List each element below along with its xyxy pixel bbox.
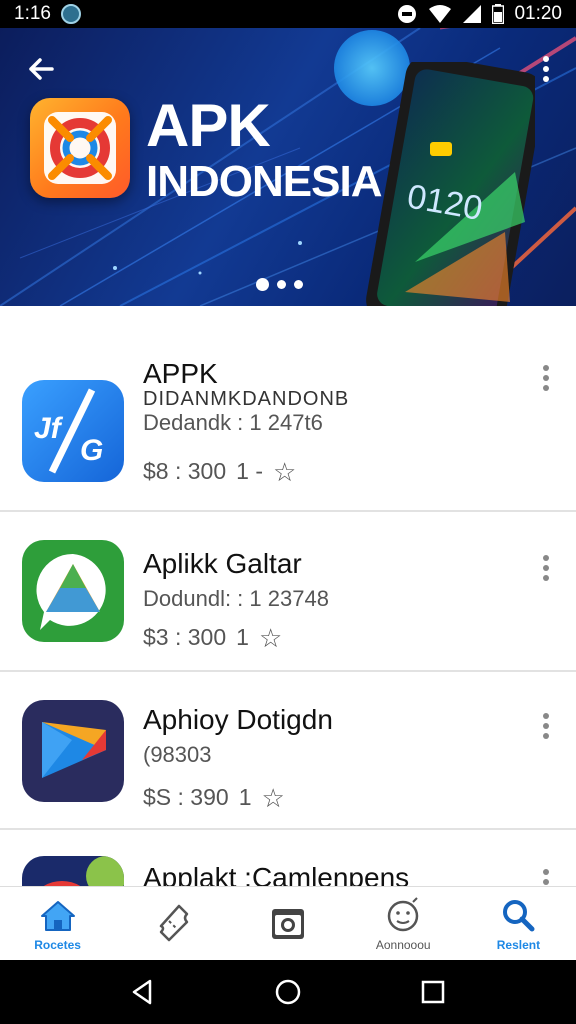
more-vert-icon[interactable]: [540, 712, 552, 740]
status-time-right: 01:20: [514, 3, 562, 24]
nav-label-search: Reslent: [496, 937, 541, 952]
bottom-navigation: Rocetes Aonnooou Reslent: [0, 886, 576, 960]
app-price-row: $S : 390 1 ☆: [143, 784, 285, 811]
app-downloads: (98303: [143, 742, 212, 767]
carousel-pager[interactable]: [256, 278, 303, 291]
pager-dot-1[interactable]: [256, 278, 269, 291]
svg-text:Jf: Jf: [34, 412, 64, 445]
star-icon[interactable]: ☆: [261, 785, 284, 811]
app-name: Applakt :Camlenpens: [143, 862, 410, 886]
list-item[interactable]: Aplikk Galtar Dodundl: : 1 23748 $3 : 30…: [0, 512, 576, 672]
more-vert-icon[interactable]: [540, 868, 552, 886]
do-not-disturb-icon: [398, 5, 417, 23]
app-downloads: Dodundl: : 1 23748: [143, 586, 329, 611]
app-rating: 1: [238, 784, 252, 810]
app-price-row: $8 : 300 1 - ☆: [143, 458, 296, 485]
system-nav-bar: [0, 960, 576, 1024]
hero-banner[interactable]: APK INDONESIA 0120: [0, 28, 576, 306]
notification-icon: [60, 4, 81, 24]
more-vert-icon[interactable]: [540, 364, 552, 392]
app-list: Jf G APPK DIDANMKDANDONB Dedandk : 1 247…: [0, 306, 576, 886]
app-price: $S : 390: [143, 784, 229, 810]
back-arrow-icon[interactable]: [24, 52, 58, 86]
list-item[interactable]: Aphioy Dotigdn (98303 $S : 390 1 ☆: [0, 672, 576, 830]
list-item[interactable]: Jf G APPK DIDANMKDANDONB Dedandk : 1 247…: [0, 306, 576, 512]
camera-icon: [272, 908, 304, 939]
app-price: $3 : 300: [143, 624, 227, 650]
app-name: Aplikk Galtar: [143, 548, 302, 579]
app-name: APPK: [143, 358, 218, 389]
nav-label-account: Aonnooou: [375, 937, 431, 952]
app-name: Aphioy Dotigdn: [143, 704, 333, 735]
wifi-icon: [429, 5, 452, 23]
screen: 1:16 01:20 APK INDONESIA 0120 Jf G APPK …: [0, 0, 576, 1024]
app-price: $8 : 300: [143, 458, 227, 484]
nav-item-camera[interactable]: [230, 887, 345, 960]
app-price-row: $3 : 300 1 ☆: [143, 624, 282, 651]
app-downloads: Dedandk : 1 247t6: [143, 410, 323, 435]
recents-square-icon[interactable]: [418, 977, 448, 1007]
nav-item-tickets[interactable]: [115, 887, 230, 960]
app-rating: 1 -: [236, 458, 263, 484]
app-subtitle: DIDANMKDANDONB: [143, 388, 350, 410]
smiley-icon: [387, 896, 419, 931]
star-icon[interactable]: ☆: [273, 459, 296, 485]
search-icon: [503, 899, 535, 931]
apk-indonesia-logo: [30, 98, 130, 198]
back-triangle-icon[interactable]: [128, 977, 158, 1007]
pager-dot-3[interactable]: [294, 280, 303, 289]
svg-text:G: G: [80, 434, 103, 467]
blue-app-icon: Jf G: [22, 380, 124, 482]
purple-app-icon: [22, 700, 124, 802]
battery-icon: [492, 4, 505, 24]
green-app-icon: [22, 540, 124, 642]
phone-illustration: 0120: [366, 62, 535, 306]
nav-item-search[interactable]: Reslent: [461, 887, 576, 960]
status-bar: 1:16 01:20: [0, 0, 576, 28]
app-rating: 1: [236, 624, 249, 650]
nav-item-account[interactable]: Aonnooou: [346, 887, 461, 960]
more-vert-icon[interactable]: [540, 554, 552, 582]
nav-item-home[interactable]: Rocetes: [0, 887, 115, 960]
partial-app-icon: [22, 856, 124, 886]
ticket-icon: [159, 904, 189, 941]
more-vert-icon[interactable]: [536, 54, 556, 84]
status-time-left: 1:16: [14, 3, 51, 24]
home-circle-icon[interactable]: [273, 977, 303, 1007]
star-icon[interactable]: ☆: [259, 625, 282, 651]
nav-label-home: Rocetes: [34, 937, 81, 952]
signal-icon: [463, 5, 482, 23]
pager-dot-2[interactable]: [277, 280, 286, 289]
list-item[interactable]: Applakt :Camlenpens: [0, 830, 576, 886]
home-icon: [40, 900, 75, 931]
